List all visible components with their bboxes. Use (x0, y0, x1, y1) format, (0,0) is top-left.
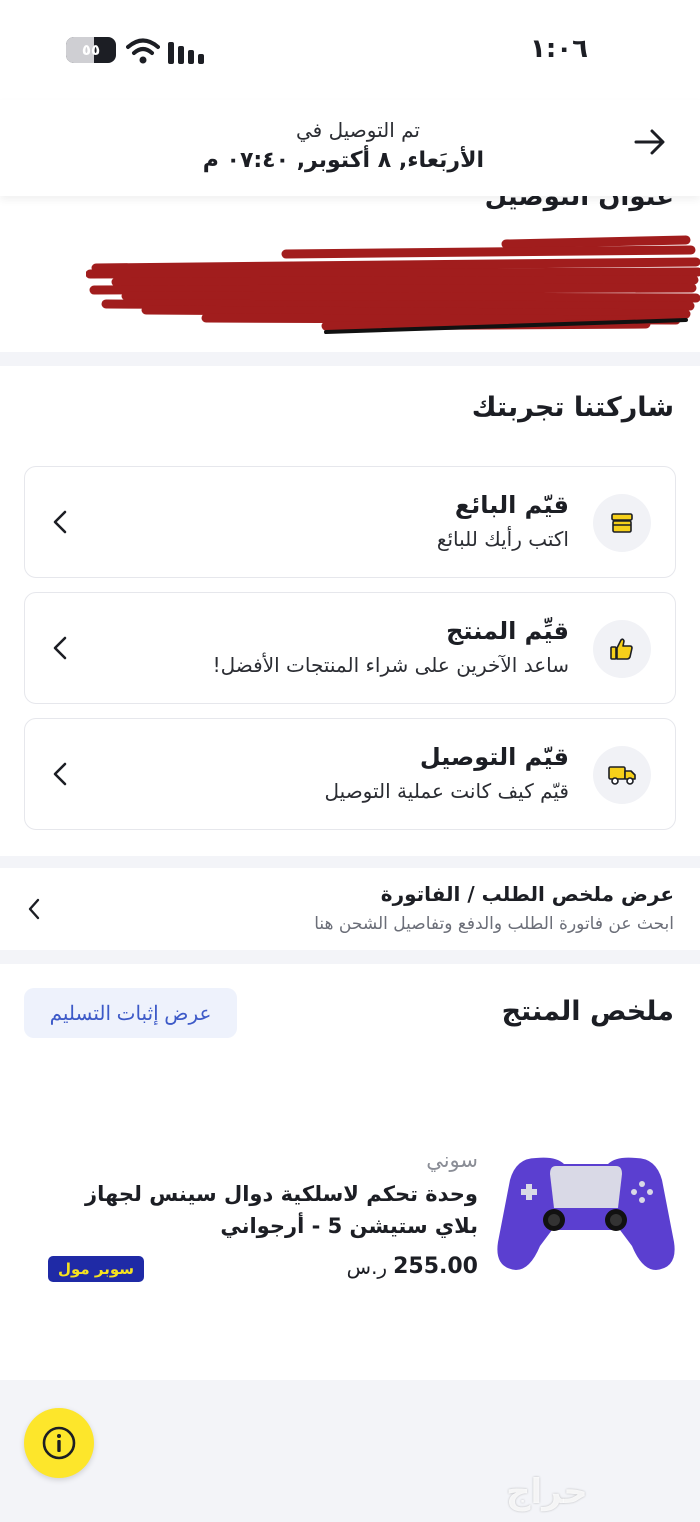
wifi-icon (126, 38, 160, 64)
product-price: 255.00 ر.س (347, 1254, 478, 1279)
rate-product-subtitle: ساعد الآخرين على شراء المنتجات الأفضل! (212, 653, 569, 677)
rate-seller-subtitle: اكتب رأيك للبائع (436, 527, 569, 551)
info-icon (42, 1426, 76, 1460)
help-button[interactable] (24, 1408, 94, 1478)
order-invoice-row[interactable]: عرض ملخص الطلب / الفاتورة ابحث عن فاتورة… (0, 868, 700, 950)
supermall-badge: سوبر مول (48, 1256, 144, 1282)
delivered-date: الأربَعاء, ٨ أكتوبر, ٠٧:٤٠ م (202, 148, 484, 173)
address-card: عنوان التوصيل (0, 196, 700, 352)
rate-product-title: قيِّم المنتج (446, 617, 569, 645)
redaction-scribble (86, 235, 700, 334)
rate-delivery-card[interactable]: قيّم التوصيل قيّم كيف كانت عملية التوصيل (24, 718, 676, 830)
haraj-watermark: حراج (506, 1472, 588, 1512)
chevron-left-icon (28, 898, 40, 920)
chevron-left-icon (53, 510, 67, 534)
currency-label: ر.س (346, 1254, 388, 1279)
arrow-right-icon[interactable] (630, 124, 670, 160)
price-value: 255.00 (393, 1254, 478, 1279)
thumbs-up-icon (593, 620, 651, 678)
delivered-label: تم التوصيل في (295, 118, 420, 142)
status-time: ١:٠٦ (529, 34, 588, 64)
invoice-title: عرض ملخص الطلب / الفاتورة (380, 882, 674, 906)
rate-delivery-subtitle: قيّم كيف كانت عملية التوصيل (324, 779, 569, 803)
delivery-truck-icon (593, 746, 651, 804)
rate-seller-card[interactable]: قيّم البائع اكتب رأيك للبائع (24, 466, 676, 578)
share-experience-title: شاركتنا تجربتك (471, 392, 674, 423)
invoice-subtitle: ابحث عن فاتورة الطلب والدفع وتفاصيل الشح… (314, 914, 674, 934)
product-image[interactable] (496, 1150, 676, 1276)
rate-product-card[interactable]: قيِّم المنتج ساعد الآخرين على شراء المنت… (24, 592, 676, 704)
battery-level: ٥٥ (81, 41, 101, 59)
store-icon (593, 494, 651, 552)
rate-seller-title: قيّم البائع (454, 491, 569, 519)
chevron-left-icon (53, 762, 67, 786)
address-title: عنوان التوصيل (484, 196, 674, 212)
product-brand: سوني (426, 1148, 478, 1172)
product-summary-title: ملخص المنتج (501, 996, 674, 1027)
chevron-left-icon (53, 636, 67, 660)
rate-delivery-title: قيّم التوصيل (419, 743, 569, 771)
cellular-signal-icon (168, 42, 204, 64)
battery-icon: ٥٥ (66, 37, 116, 63)
delivery-proof-button[interactable]: عرض إثبات التسليم (24, 988, 237, 1038)
product-name[interactable]: وحدة تحكم لاسلكية دوال سينس لجهاز بلاي س… (38, 1178, 478, 1242)
